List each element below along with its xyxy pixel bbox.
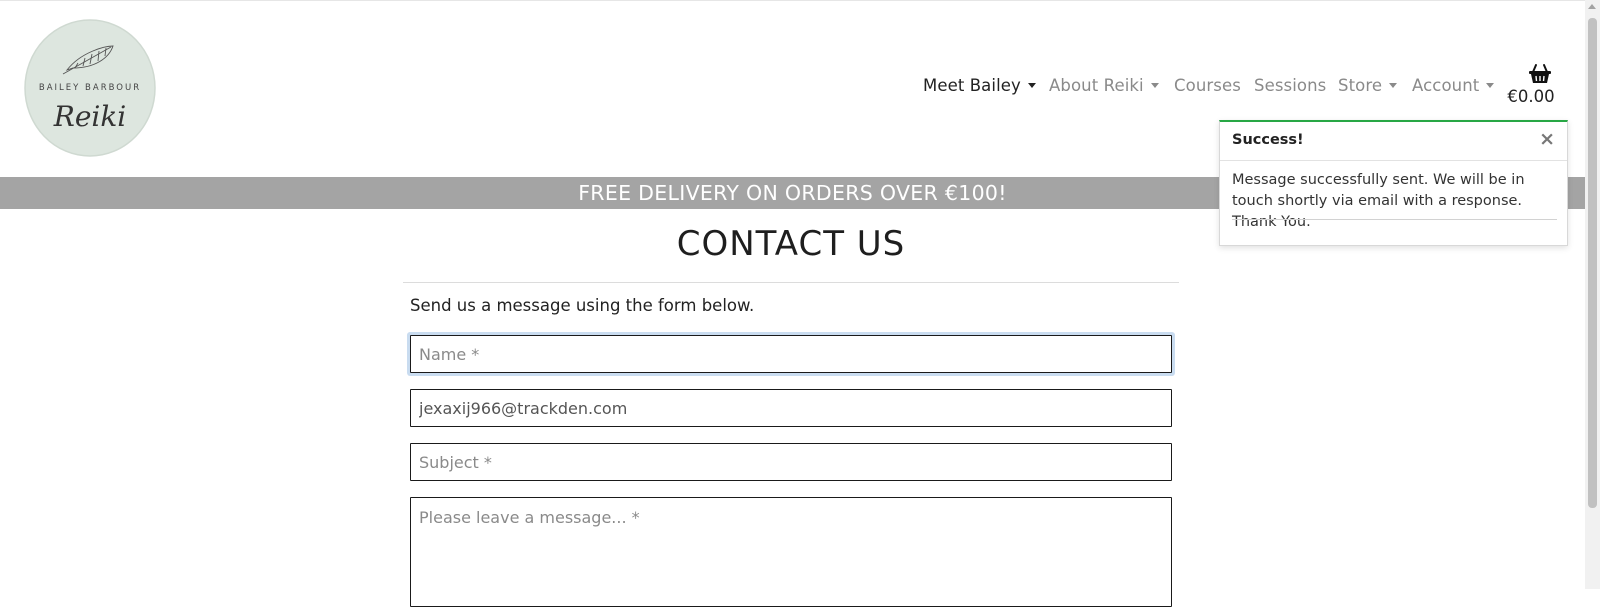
nav-courses[interactable]: Courses	[1174, 76, 1241, 95]
logo-emblem: BAILEY BARBOUR Reiki	[24, 19, 156, 157]
nav-store[interactable]: Store	[1338, 76, 1398, 95]
site-logo[interactable]: BAILEY BARBOUR Reiki	[23, 18, 157, 158]
success-toast: Success! × Message successfully sent. We…	[1219, 120, 1568, 246]
page-title: CONTACT US	[676, 224, 906, 264]
scroll-up-icon[interactable]	[1588, 4, 1596, 9]
nav-sessions[interactable]: Sessions	[1254, 76, 1326, 95]
name-input[interactable]	[410, 335, 1172, 373]
caret-down-icon	[1389, 83, 1398, 88]
nav-label: Meet Bailey	[923, 76, 1021, 95]
toast-header: Success! ×	[1220, 122, 1567, 161]
cart-link[interactable]: €0.00	[1507, 63, 1568, 106]
toast-rule	[1232, 219, 1557, 220]
message-textarea[interactable]	[410, 497, 1172, 607]
email-input[interactable]	[410, 389, 1172, 427]
nav-label: Sessions	[1254, 76, 1327, 95]
page-scrollbar[interactable]	[1585, 0, 1600, 589]
caret-down-icon	[1027, 83, 1036, 88]
top-border	[0, 0, 1585, 1]
nav-about-reiki[interactable]: About Reiki	[1049, 76, 1159, 95]
toast-title: Success!	[1232, 132, 1304, 148]
logo-text-reiki: Reiki	[53, 100, 127, 133]
nav-label: About Reiki	[1049, 76, 1144, 95]
logo-text-name: BAILEY BARBOUR	[39, 83, 141, 93]
title-divider	[403, 282, 1179, 283]
subject-input[interactable]	[410, 443, 1172, 481]
nav-label: Courses	[1174, 76, 1241, 95]
close-icon[interactable]: ×	[1539, 128, 1555, 150]
contact-intro: Send us a message using the form below.	[410, 296, 755, 315]
scrollbar-thumb[interactable]	[1588, 18, 1597, 508]
nav-meet-bailey[interactable]: Meet Bailey	[923, 76, 1036, 95]
nav-label: Account	[1412, 76, 1480, 95]
nav-label: Store	[1338, 76, 1383, 95]
cart-total: €0.00	[1507, 87, 1555, 106]
nav-account[interactable]: Account	[1412, 76, 1495, 95]
basket-icon	[1529, 64, 1551, 83]
caret-down-icon	[1150, 83, 1159, 88]
toast-message: Message successfully sent. We will be in…	[1232, 172, 1525, 230]
